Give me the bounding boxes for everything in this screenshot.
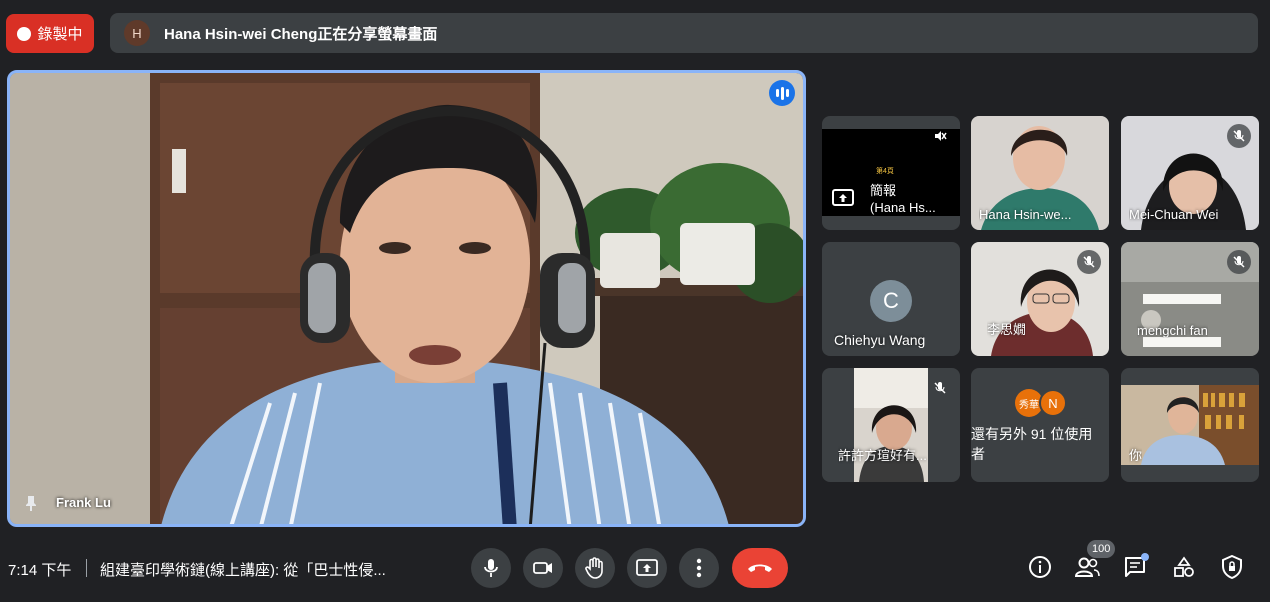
present-screen-icon: [636, 559, 658, 576]
hang-up-button[interactable]: [732, 548, 788, 588]
divider: [86, 559, 87, 577]
activities-button[interactable]: [1171, 554, 1197, 580]
participant-tile[interactable]: Hana Hsin-we...: [971, 116, 1109, 230]
participant-tile[interactable]: Mei-Chuan Wei: [1121, 116, 1259, 230]
self-name: 你: [1129, 448, 1143, 463]
presentation-tile[interactable]: 第4頁 簡報 (Hana Hs...: [822, 116, 960, 230]
speaker-name: Frank Lu: [56, 495, 111, 510]
self-view-tile[interactable]: 你: [1121, 368, 1259, 482]
participant-name: mengchi fan: [1137, 323, 1208, 338]
participant-tile[interactable]: 許許方瑄好有...: [822, 368, 960, 482]
participant-name: Chiehyu Wang: [834, 332, 926, 348]
participant-video: [854, 368, 928, 482]
microphone-button[interactable]: [471, 548, 511, 588]
present-screen-button[interactable]: [627, 548, 667, 588]
camera-button[interactable]: [523, 548, 563, 588]
activities-icon: [1174, 556, 1194, 577]
meeting-details-button[interactable]: [1027, 554, 1053, 580]
avatar: C: [870, 280, 912, 322]
camera-icon: [533, 562, 552, 574]
muted-icon: [1227, 250, 1251, 274]
participant-tile[interactable]: mengchi fan: [1121, 242, 1259, 356]
host-controls-button[interactable]: [1219, 554, 1245, 580]
participant-tile[interactable]: C Chiehyu Wang: [822, 242, 960, 356]
pin-icon[interactable]: [22, 494, 40, 512]
speaker-video: [10, 73, 803, 524]
more-participants-tile[interactable]: 秀華 N 還有另外 91 位使用者: [971, 368, 1109, 482]
recording-label: 錄製中: [37, 26, 83, 43]
info-icon: [1029, 556, 1051, 578]
clock: 7:14 下午: [8, 562, 72, 579]
muted-icon: [928, 376, 952, 400]
bottom-toolbar: 7:14 下午 組建臺印學術鏈(線上講座): 從「巴士性侵... 100: [0, 540, 1270, 602]
unread-dot: [1141, 553, 1149, 561]
meet-window: 錄製中 H Hana Hsin-wei Cheng正在分享螢幕畫面 Frank …: [0, 0, 1270, 602]
more-participants-text: 還有另外 91 位使用者: [971, 426, 1093, 462]
participant-name: 李思嫺: [987, 322, 1027, 337]
record-dot-icon: [17, 26, 32, 41]
presentation-owner: (Hana Hs...: [870, 200, 936, 215]
more-options-icon: [696, 558, 702, 578]
participant-count-badge: 100: [1087, 540, 1116, 558]
hang-up-icon: [748, 564, 772, 572]
host-controls-icon: [1222, 555, 1242, 579]
raise-hand-button[interactable]: [575, 548, 615, 588]
presenting-text: Hana Hsin-wei Cheng正在分享螢幕畫面: [164, 25, 438, 43]
more-options-button[interactable]: [679, 548, 719, 588]
participant-tile[interactable]: 李思嫺: [971, 242, 1109, 356]
muted-icon: [928, 124, 952, 148]
speaking-indicator-icon: [769, 80, 795, 106]
muted-icon: [1077, 250, 1101, 274]
main-speaker-tile[interactable]: Frank Lu: [7, 70, 806, 527]
presenter-avatar: H: [124, 20, 150, 46]
slide-page-label: 第4頁: [876, 168, 894, 175]
muted-icon: [1227, 124, 1251, 148]
avatar: N: [1039, 389, 1067, 417]
participant-name: 許許方瑄好有...: [838, 448, 927, 463]
participant-name: Hana Hsin-we...: [979, 207, 1072, 222]
participant-name: Mei-Chuan Wei: [1129, 207, 1219, 222]
recording-indicator[interactable]: 錄製中: [6, 14, 94, 53]
present-screen-icon: [832, 189, 854, 206]
presentation-title: 簡報: [870, 183, 897, 198]
microphone-icon: [484, 559, 498, 577]
presentation-banner: H Hana Hsin-wei Cheng正在分享螢幕畫面: [110, 13, 1258, 53]
people-icon: [1074, 557, 1100, 577]
raise-hand-icon: [585, 557, 603, 579]
meeting-title[interactable]: 組建臺印學術鏈(線上講座): 從「巴士性侵...: [100, 559, 420, 580]
